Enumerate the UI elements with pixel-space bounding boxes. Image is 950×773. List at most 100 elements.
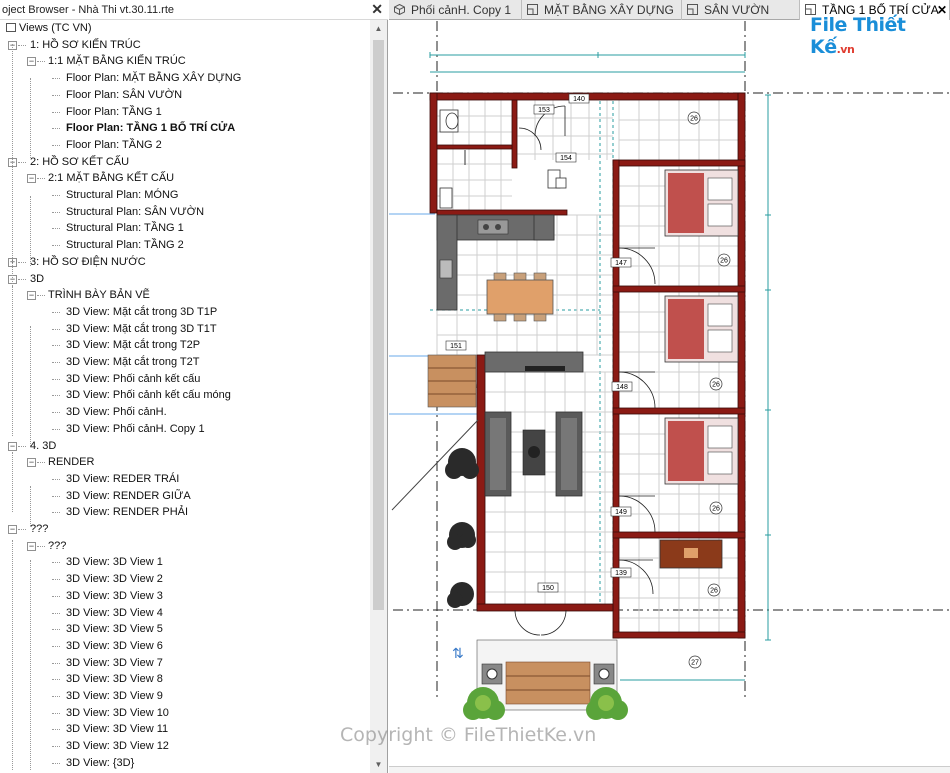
tree-connector [18,529,26,530]
tree-item-label: 3D View: {3D} [66,756,135,769]
tree-item-label: TRÌNH BÀY BẢN VẼ [48,289,150,302]
tree-connector [52,712,60,714]
tree-connector [52,612,60,614]
tree-connector [52,629,60,631]
tree-item-label: Structural Plan: SÂN VƯỜN [66,205,205,218]
scroll-up-icon[interactable]: ▲ [370,20,387,37]
grid-bubble-label: 26 [712,506,720,513]
tree-connector [52,378,60,380]
collapse-icon[interactable]: − [27,458,36,468]
tree-connector [52,662,60,664]
tree-connector [52,579,60,581]
tree-item-label: 3D View: 3D View 9 [66,690,163,702]
tree-item-label: 1: HỒ SƠ KIẾN TRÚC [30,38,141,51]
collapse-icon[interactable]: − [27,174,36,184]
bed-icon [664,169,739,237]
tree-item-label: 2:1 MẶT BẰNG KẾT CẤU [48,172,175,185]
tree-connector [52,94,60,96]
tree-item-label: 3D [30,272,45,285]
tree-connector [18,44,26,46]
tree-connector [52,762,60,764]
tree-connector [52,195,60,196]
tree-connector [52,645,60,647]
tree-item-label: 3D View: Phối cảnh kết cấu móng [66,389,231,402]
bed-icon [664,295,739,363]
tab-san-vuon[interactable]: SÂN VƯỜN [682,0,800,20]
tree-connector [52,111,60,113]
grid-bubble-label: 26 [720,258,728,265]
browser-scrollbar[interactable]: ▲ ▼ [370,20,387,773]
tab-label: SÂN VƯỜN [704,3,770,17]
tree-connector [18,278,26,280]
3d-view-icon [394,4,405,15]
project-browser-title-bar: oject Browser - Nhà Thi vt.30.11.rte ✕ [0,0,388,20]
north-arrow-icon: ⇅ [452,646,464,662]
tree-item-label: 3D View: Mặt cắt trong 3D T1P [66,305,218,318]
tree-connector [52,228,60,230]
room-tag: 153 [538,107,550,114]
tree-connector [52,128,60,130]
tree-connector [52,345,60,347]
tree-connector [37,545,45,547]
collapse-icon[interactable]: − [8,525,17,534]
tree-item-label: 3D View: 3D View 1 [66,556,163,569]
tree-connector [52,512,60,514]
tree-connector [37,462,45,464]
scroll-down-icon[interactable]: ▼ [370,756,387,773]
tree-connector [52,211,60,213]
tree-item-label: Floor Plan: TẦNG 1 [66,105,162,118]
bed-icon [664,417,739,485]
tree-item-label: 3D View: 3D View 12 [66,740,169,753]
project-browser-title: oject Browser - Nhà Thi vt.30.11.rte [2,4,174,16]
tree-guide-line [30,486,31,526]
tree-connector [52,311,60,313]
tree-item-label: 3D View: 3D View 7 [66,656,163,669]
tree-guide-line [30,560,31,770]
drawing-canvas[interactable]: ⇅ 140 153 154 147 151 148 149 139 150 26 26 26 26 26… [389,21,950,769]
tree-connector [18,161,26,163]
tree-item-label: 2: HỒ SƠ KẾT CẤU [30,155,130,168]
tree-connector [52,412,60,414]
tree-item-label: 3D View: Phối cảnh kết cấu [66,372,201,385]
collapse-icon[interactable]: − [27,541,36,551]
tab-mat-bang-xay-dung[interactable]: MẶT BẰNG XÂY DỰNG [522,0,682,20]
tree-guide-line [12,44,13,294]
tree-connector [52,679,60,681]
tree-item-label: Views (TC VN) [6,20,92,36]
tree-guide-line [30,196,31,266]
collapse-icon[interactable]: − [27,291,36,301]
tree-guide-line [12,286,13,436]
views-icon [6,23,16,32]
tree-connector [52,328,60,330]
tree-item-label: ??? [48,539,67,552]
collapse-icon[interactable]: − [8,441,17,451]
copyright-watermark: Copyright © FileThietKe.vn [340,724,597,746]
tree-connector [52,595,60,597]
tree-item-label: 3D View: RENDER GIỮA [66,489,191,502]
scrollbar-thumb[interactable] [373,40,384,610]
tab-phoi-canh-copy-1[interactable]: Phối cảnH. Copy 1 [389,0,522,20]
collapse-icon[interactable]: − [27,57,36,67]
room-tag: 148 [616,384,628,391]
tree-item-label: Floor Plan: TẦNG 2 [66,138,162,151]
tree-connector [37,178,45,180]
tree-guide-line [30,326,31,446]
project-browser-tree: Views (TC VN) − 1: HỒ SƠ KIẾN TRÚC − 1:1 MẶT… [0,20,370,773]
floor-plan-drawing: ⇅ 140 153 154 147 151 148 149 139 150 26 26 26 26 26… [389,21,950,720]
tree-connector [52,478,60,480]
filethietke-logo: File Thiết Kế.vn [810,14,940,58]
room-tag: 147 [615,260,627,267]
room-tag: 154 [560,155,572,162]
view-control-bar[interactable] [389,766,950,773]
close-icon[interactable]: ✕ [371,1,383,18]
tree-item-label: 3D View: REDER TRÁI [66,472,180,485]
grid-bubble-label: 26 [690,116,698,123]
tree-item-label: 3D View: 3D View 8 [66,673,163,686]
grid-bubble-label: 26 [712,382,720,389]
tree-connector [18,445,26,447]
tree-guide-line [12,452,13,512]
room-tag: 140 [573,96,585,103]
tree-item-label: Structural Plan: TẦNG 1 [66,222,184,235]
room-tag: 139 [615,570,627,577]
tree-item-label: 3D View: 3D View 11 [66,723,169,736]
